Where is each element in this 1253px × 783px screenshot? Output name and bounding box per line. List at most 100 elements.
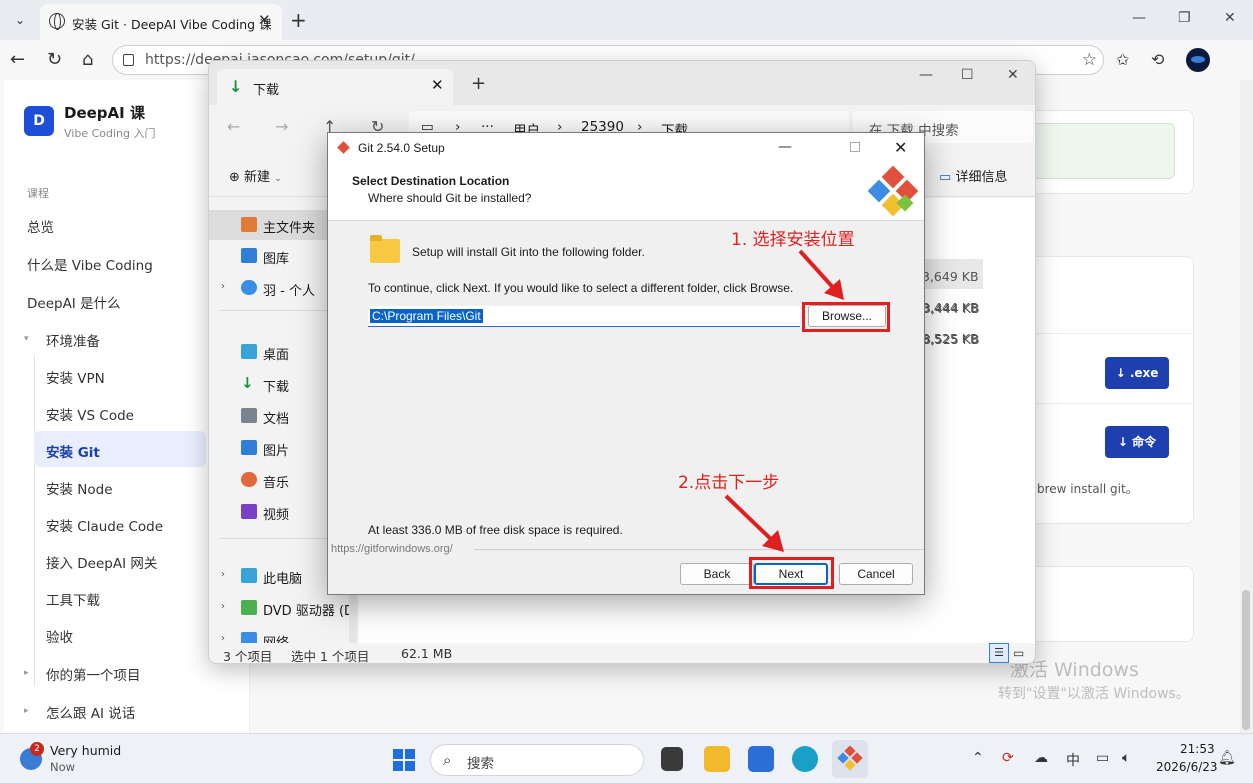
file-explorer-icon[interactable] [704, 746, 730, 772]
sidebar-item-install-vscode[interactable]: 安装 VS Code [46, 404, 134, 424]
sidebar-item-what-is-deepai[interactable]: DeepAI 是什么 [27, 292, 121, 312]
tab-actions-chevron-icon[interactable]: ⌄ [8, 8, 32, 32]
download-cmd-button[interactable]: ↓ 命令 [1105, 426, 1169, 458]
expand-chevron-icon[interactable]: › [221, 569, 225, 580]
sidebar-item-talk-to-ai[interactable]: 怎么跟 AI 说话 [46, 702, 135, 722]
nav-label: 视频 [263, 508, 290, 523]
network-icon [241, 632, 257, 643]
history-icon[interactable]: ⟲ [1151, 50, 1164, 69]
sidebar-item-overview[interactable]: 总览 [27, 216, 54, 236]
sidebar-item-install-node[interactable]: 安装 Node [46, 478, 113, 498]
new-tab-plus-icon[interactable]: + [290, 8, 307, 32]
edge-icon[interactable] [792, 746, 818, 772]
git-logo-icon [337, 141, 350, 154]
restore-icon[interactable]: ❐ [1178, 10, 1191, 26]
sidebar-item-install-claude-code[interactable]: 安装 Claude Code [46, 515, 163, 535]
new-tab-plus-icon[interactable]: + [471, 73, 486, 94]
maximize-icon[interactable]: ☐ [961, 67, 974, 83]
continue-text: To continue, click Next. If you would li… [368, 281, 794, 295]
new-button[interactable]: ⊕ 新建 ⌄ [229, 166, 282, 185]
forward-arrow-icon[interactable]: → [275, 117, 288, 136]
profile-avatar[interactable] [1186, 48, 1210, 72]
nav-label: 网络 [263, 632, 289, 643]
step1-arrow-icon [798, 249, 844, 300]
tab-title: 安装 Git · DeepAI Vibe Coding 课 [72, 17, 272, 32]
close-window-icon[interactable]: ✕ [1007, 67, 1019, 83]
start-button-windows-icon[interactable] [393, 749, 415, 771]
minimize-icon[interactable]: — [778, 139, 792, 155]
details-pane-button[interactable]: ▭ 详细信息 [939, 166, 1007, 185]
home-icon[interactable]: ⌂ [82, 49, 93, 70]
download-arrow-icon: ↓ [229, 77, 243, 96]
explorer-tab[interactable]: ↓ 下载 ✕ [217, 69, 453, 105]
git-setup-taskbar-icon[interactable] [837, 746, 863, 772]
cancel-button[interactable]: Cancel [839, 563, 913, 585]
page-scroll-thumb[interactable] [1242, 590, 1250, 730]
network-icon[interactable]: ▭ [1096, 750, 1109, 766]
expand-chevron-icon[interactable]: › [221, 601, 225, 612]
back-arrow-icon[interactable]: ← [227, 117, 240, 136]
dialog-header: Select Destination Location Where should… [328, 163, 924, 221]
git-for-windows-logo-icon [867, 165, 919, 217]
list-view-icon[interactable]: ☰ [989, 643, 1009, 663]
document-icon [241, 408, 257, 423]
dvd-drive-icon [241, 600, 257, 615]
nav-label: 桌面 [263, 348, 290, 363]
back-button[interactable]: Back [680, 563, 754, 585]
notification-bell-icon[interactable]: 🔔︎ [1218, 750, 1236, 766]
collapse-caret-icon[interactable]: ▸ [24, 668, 29, 678]
dialog-title: Git 2.54.0 Setup [358, 141, 445, 155]
nav-label: 文档 [263, 412, 290, 427]
sidebar-item-install-vpn[interactable]: 安装 VPN [46, 367, 105, 387]
ime-indicator[interactable]: 中 [1066, 750, 1080, 770]
update-icon[interactable]: ⟳ [1002, 750, 1014, 766]
install-text: Setup will install Git into the followin… [412, 245, 645, 259]
nav-label: 羽 - 个人 [263, 284, 315, 299]
expand-chevron-icon[interactable]: › [221, 281, 225, 292]
browser-tab-bar: ⌄ 安装 Git · DeepAI Vibe Coding 课 ✕ + — ❐ … [0, 0, 1253, 40]
security-icon[interactable]: ☁ [1034, 750, 1048, 766]
tray-overflow-icon[interactable]: ⌃ [972, 750, 984, 766]
cloud-icon [241, 280, 257, 295]
minimize-icon[interactable]: — [919, 67, 933, 83]
task-view-icon[interactable] [661, 747, 683, 771]
weather-title[interactable]: Very humid [50, 743, 121, 758]
destination-path-input[interactable]: C:\Program Files\Git [368, 306, 800, 327]
close-tab-icon[interactable]: ✕ [431, 76, 444, 94]
search-label: 搜索 [467, 756, 494, 772]
taskbar-search[interactable]: ⌕ 搜索 [430, 744, 644, 776]
item-count: 3 个项目 [223, 649, 273, 664]
collapse-caret-icon[interactable]: ▸ [24, 706, 29, 716]
brand-subtitle: Vibe Coding 入门 [64, 127, 156, 140]
store-icon[interactable] [748, 746, 774, 772]
download-exe-button[interactable]: ↓ .exe [1105, 357, 1169, 389]
sidebar-item-first-project[interactable]: 你的第一个项目 [46, 664, 141, 684]
section-label: 课程 [27, 187, 49, 200]
file-size: 3,649 KB [922, 269, 979, 284]
close-tab-icon[interactable]: ✕ [258, 11, 271, 29]
close-icon[interactable]: ✕ [894, 138, 907, 157]
clock-time[interactable]: 21:53 [1180, 742, 1215, 756]
favorites-icon[interactable]: ✩ [1116, 50, 1129, 69]
browser-tab[interactable]: 安装 Git · DeepAI Vibe Coding 课 ✕ [40, 4, 282, 40]
details-pane-icon: ▭ [939, 170, 952, 185]
close-window-icon[interactable]: ✕ [1224, 10, 1236, 26]
sidebar-item-acceptance[interactable]: 验收 [46, 626, 73, 646]
expand-chevron-icon[interactable]: › [221, 633, 225, 643]
minimize-icon[interactable]: — [1132, 10, 1146, 26]
tile-view-icon[interactable]: ▭ [1013, 646, 1024, 660]
sidebar-item-tool-download[interactable]: 工具下载 [46, 589, 100, 609]
gitforwindows-link[interactable]: https://gitforwindows.org/ [331, 543, 453, 555]
clock-date[interactable]: 2026/6/23 [1156, 760, 1218, 774]
sidebar-item-install-git[interactable]: 安装 Git [46, 441, 100, 461]
nav-item-network[interactable]: › 网络 [209, 625, 349, 643]
expand-caret-icon[interactable]: ▾ [24, 334, 29, 344]
favorite-star-icon[interactable]: ☆ [1082, 50, 1097, 70]
sidebar-item-deepai-gateway[interactable]: 接入 DeepAI 网关 [46, 552, 157, 572]
nav-item-dvd[interactable]: › DVD 驱动器 (D [209, 593, 354, 623]
back-arrow-icon[interactable]: ← [10, 49, 25, 70]
sidebar-item-what-is-vibe-coding[interactable]: 什么是 Vibe Coding [27, 254, 153, 274]
volume-icon[interactable]: 🔈︎ [1122, 750, 1130, 766]
sidebar-item-env-setup[interactable]: 环境准备 [46, 330, 100, 350]
refresh-icon[interactable]: ↻ [47, 49, 62, 70]
